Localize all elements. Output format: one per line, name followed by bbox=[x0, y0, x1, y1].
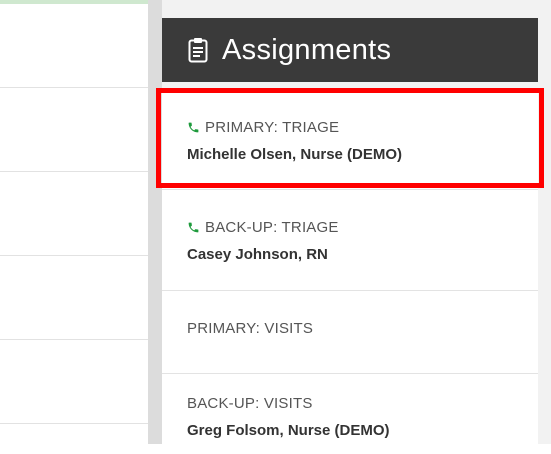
left-panel-row[interactable] bbox=[0, 4, 148, 88]
assignment-role-label: BACK-UP: TRIAGE bbox=[205, 219, 339, 236]
assignment-role: BACK-UP: TRIAGE bbox=[187, 219, 339, 236]
assignment-card-backup-triage[interactable]: BACK-UP: TRIAGE Casey Johnson, RN bbox=[162, 190, 538, 291]
assignments-panel: Assignments PRIMARY: TRIAGE Michelle Ols… bbox=[162, 0, 551, 454]
assignments-header: Assignments bbox=[162, 18, 538, 82]
assignment-card-backup-visits[interactable]: BACK-UP: VISITS Greg Folsom, Nurse (DEMO… bbox=[162, 374, 538, 454]
left-panel bbox=[0, 0, 148, 444]
assignment-role-label: BACK-UP: VISITS bbox=[187, 395, 313, 412]
assignment-role-label: PRIMARY: VISITS bbox=[187, 320, 314, 337]
highlight-box bbox=[156, 88, 544, 188]
assignment-name: Greg Folsom, Nurse (DEMO) bbox=[187, 422, 390, 439]
left-panel-row[interactable] bbox=[0, 340, 148, 424]
left-panel-row[interactable] bbox=[0, 88, 148, 172]
assignment-card-primary-visits[interactable]: PRIMARY: VISITS bbox=[162, 291, 538, 374]
assignments-title: Assignments bbox=[222, 33, 392, 66]
panel-divider bbox=[148, 0, 162, 444]
assignment-name: Casey Johnson, RN bbox=[187, 246, 328, 263]
left-panel-row[interactable] bbox=[0, 172, 148, 256]
phone-icon bbox=[187, 221, 200, 234]
clipboard-icon bbox=[188, 37, 208, 63]
left-panel-row[interactable] bbox=[0, 256, 148, 340]
